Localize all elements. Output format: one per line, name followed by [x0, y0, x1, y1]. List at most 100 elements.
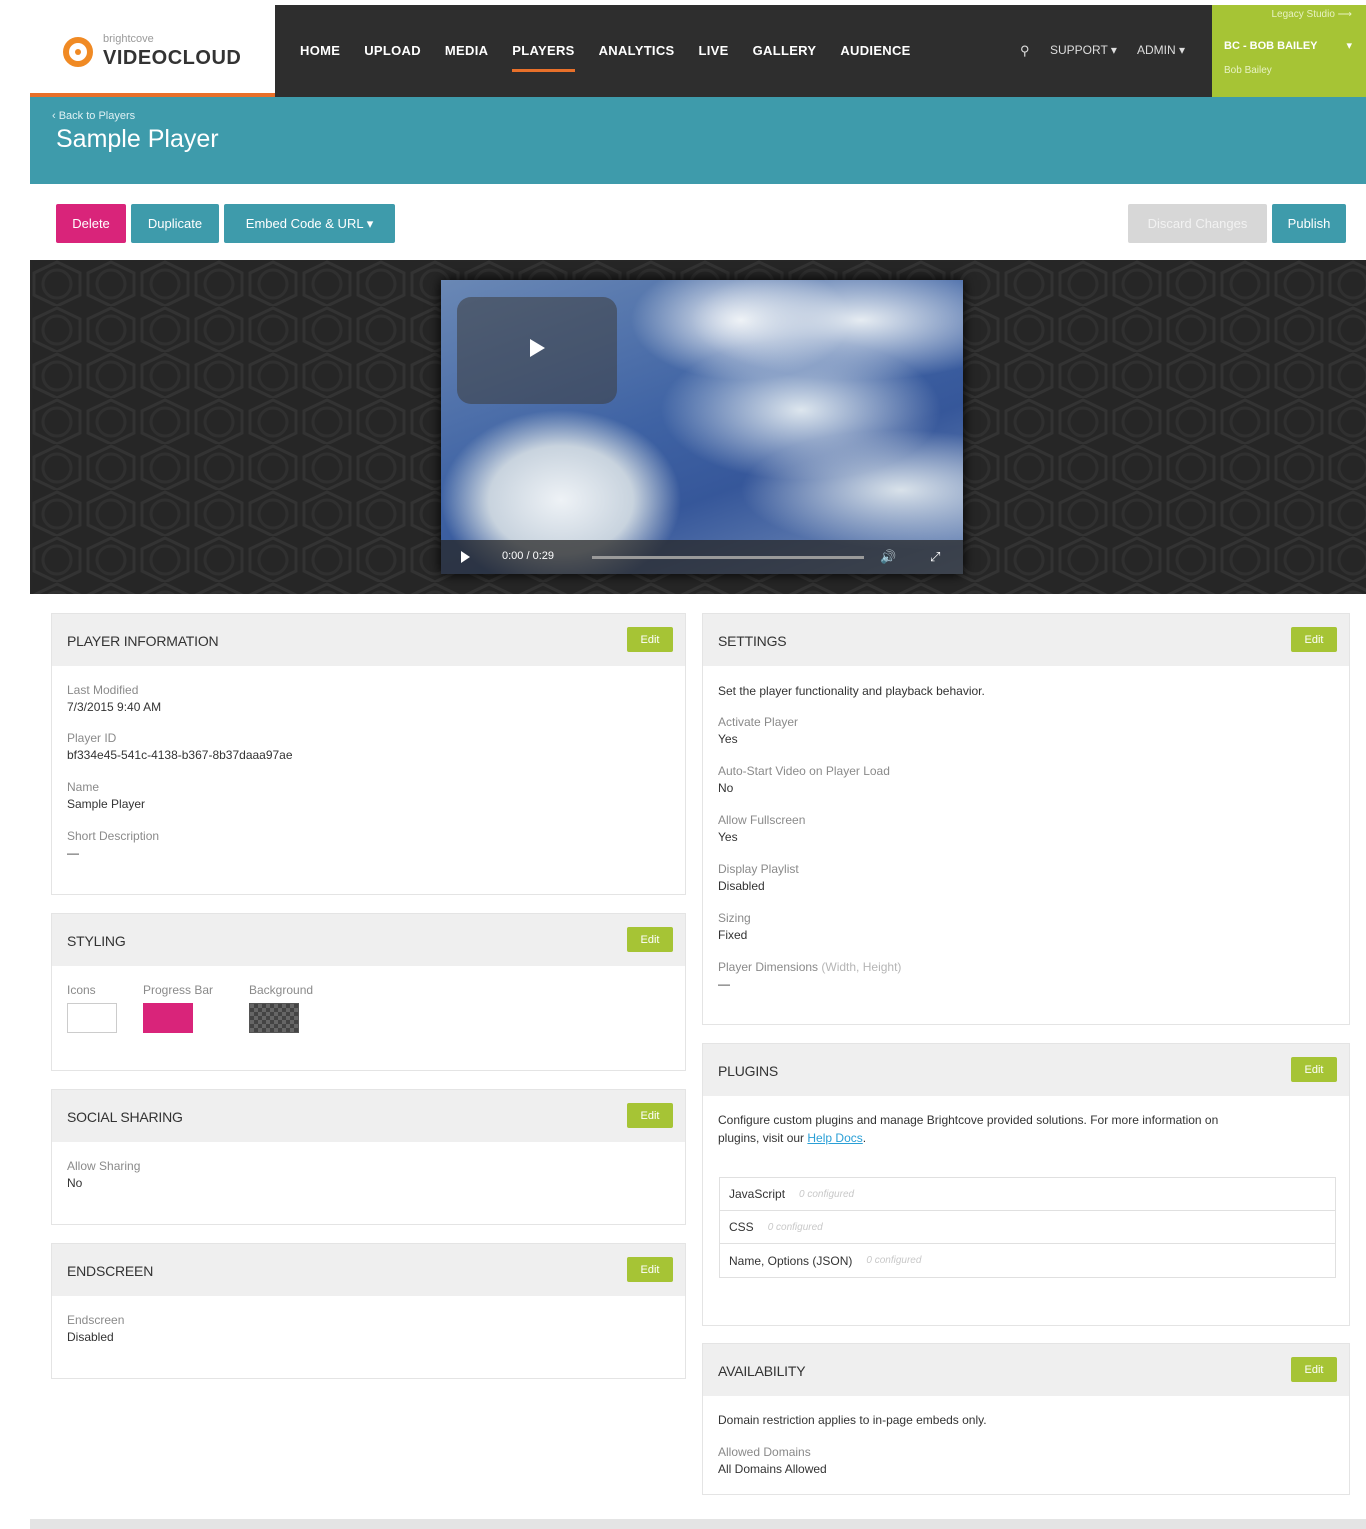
player-dimensions-value: —	[718, 977, 730, 991]
short-description-value: —	[67, 846, 79, 860]
progress-bar[interactable]	[592, 556, 864, 559]
embed-code-button[interactable]: Embed Code & URL ▾	[224, 204, 395, 243]
endscreen-panel: ENDSCREEN Edit Endscreen Disabled	[51, 1243, 686, 1379]
nav-gallery[interactable]: GALLERY	[753, 43, 817, 58]
nav-analytics[interactable]: ANALYTICS	[599, 43, 675, 58]
field-label: Allow Fullscreen	[718, 813, 806, 827]
time-display: 0:00 / 0:29	[502, 550, 554, 562]
allowed-domains-value: All Domains Allowed	[718, 1462, 827, 1476]
plugin-row-json[interactable]: Name, Options (JSON) 0 configured	[720, 1244, 1335, 1277]
panel-header: SETTINGS Edit	[703, 614, 1349, 666]
account-name: BC - BOB BAILEY	[1224, 40, 1318, 52]
plugin-status: 0 configured	[767, 1221, 823, 1233]
main-nav: HOME UPLOAD MEDIA PLAYERS ANALYTICS LIVE…	[300, 43, 911, 72]
availability-panel: AVAILABILITY Edit Domain restriction app…	[702, 1343, 1350, 1495]
back-to-players-link[interactable]: ‹ Back to Players	[52, 110, 135, 122]
field-label: Player ID	[67, 731, 117, 745]
background-label: Background	[249, 983, 314, 997]
panel-title: SETTINGS	[718, 633, 787, 649]
footer-bar	[30, 1519, 1366, 1529]
plugin-status: 0 configured	[799, 1188, 855, 1200]
progress-color-swatch	[143, 1003, 193, 1033]
duplicate-button[interactable]: Duplicate	[131, 204, 219, 243]
legacy-studio-link[interactable]: Legacy Studio ⟶	[1272, 9, 1353, 20]
brightcove-logo-icon	[63, 37, 93, 67]
nav-live[interactable]: LIVE	[699, 43, 729, 58]
field-label: Display Playlist	[718, 862, 799, 876]
plugin-row-css[interactable]: CSS 0 configured	[720, 1211, 1335, 1244]
progress-bar-label: Progress Bar	[143, 983, 214, 997]
publish-button[interactable]: Publish	[1272, 204, 1346, 243]
notification-bell-icon[interactable]: ⚲	[1020, 43, 1030, 59]
plugin-label: Name, Options (JSON)	[729, 1253, 853, 1268]
panel-header: PLUGINS Edit	[703, 1044, 1349, 1096]
field-label: Activate Player	[718, 715, 799, 729]
panel-title: PLAYER INFORMATION	[67, 633, 219, 649]
edit-plugins-button[interactable]: Edit	[1291, 1057, 1337, 1082]
allow-fullscreen-value: Yes	[718, 830, 738, 844]
panel-header: AVAILABILITY Edit	[703, 1344, 1349, 1396]
plugins-table: JavaScript 0 configured CSS 0 configured N…	[719, 1177, 1336, 1278]
dimensions-hint: (Width, Height)	[821, 960, 902, 974]
field-label: Allow Sharing	[67, 1159, 141, 1173]
last-modified-value: 7/3/2015 9:40 AM	[67, 700, 162, 714]
edit-availability-button[interactable]: Edit	[1291, 1357, 1337, 1382]
field-label: Player Dimensions (Width, Height)	[718, 960, 901, 974]
plugin-row-javascript[interactable]: JavaScript 0 configured	[720, 1178, 1335, 1211]
field-label: Last Modified	[67, 683, 139, 697]
nav-players[interactable]: PLAYERS	[512, 43, 575, 72]
edit-styling-button[interactable]: Edit	[627, 927, 673, 952]
field-label: Endscreen	[67, 1313, 125, 1327]
player-id-value: bf334e45-541c-4138-b367-8b37daaa97ae	[67, 748, 293, 762]
nav-home[interactable]: HOME	[300, 43, 340, 58]
settings-description: Set the player functionality and playbac…	[718, 684, 985, 698]
field-label: Allowed Domains	[718, 1445, 811, 1459]
panel-header: STYLING Edit	[52, 914, 685, 966]
panel-title: ENDSCREEN	[67, 1263, 154, 1279]
panel-title: PLUGINS	[718, 1063, 779, 1079]
plugins-description-line1: Configure custom plugins and manage Brig…	[718, 1113, 1219, 1127]
nav-media[interactable]: MEDIA	[445, 43, 488, 58]
plugin-status: 0 configured	[866, 1255, 922, 1266]
logo[interactable]: brightcove VIDEOCLOUD	[30, 5, 275, 97]
page-title: Sample Player	[56, 125, 219, 153]
social-sharing-panel: SOCIAL SHARING Edit Allow Sharing No	[51, 1089, 686, 1225]
sizing-value: Fixed	[718, 928, 748, 942]
admin-menu[interactable]: ADMIN ▾	[1137, 43, 1185, 57]
volume-icon[interactable]: 🔊	[880, 549, 896, 565]
delete-button[interactable]: Delete	[56, 204, 126, 243]
nav-audience[interactable]: AUDIENCE	[840, 43, 910, 58]
edit-social-button[interactable]: Edit	[627, 1103, 673, 1128]
endscreen-value: Disabled	[67, 1330, 114, 1344]
availability-description: Domain restriction applies to in-page em…	[718, 1413, 987, 1427]
top-nav-bar: brightcove VIDEOCLOUD HOME UPLOAD MEDIA …	[30, 5, 1366, 97]
edit-settings-button[interactable]: Edit	[1291, 627, 1337, 652]
plugin-label: JavaScript	[729, 1187, 786, 1201]
field-label: Name	[67, 780, 100, 794]
discard-changes-button[interactable]: Discard Changes	[1128, 204, 1267, 243]
support-menu[interactable]: SUPPORT ▾	[1050, 43, 1117, 57]
help-docs-link[interactable]: Help Docs	[807, 1131, 862, 1145]
control-play-icon[interactable]	[461, 551, 470, 563]
panel-title: SOCIAL SHARING	[67, 1109, 183, 1125]
play-icon	[530, 339, 545, 357]
edit-player-info-button[interactable]: Edit	[627, 627, 673, 652]
field-label: Auto-Start Video on Player Load	[718, 764, 890, 778]
icons-label: Icons	[67, 983, 96, 997]
display-playlist-value: Disabled	[718, 879, 765, 893]
logo-brand: brightcove	[103, 33, 154, 45]
plugins-desc-text: plugins, visit our	[718, 1131, 805, 1145]
plugins-description-line2: plugins, visit our Help Docs.	[718, 1131, 867, 1145]
plugin-label: CSS	[729, 1220, 754, 1234]
panel-header: PLAYER INFORMATION Edit	[52, 614, 685, 666]
auto-start-value: No	[718, 781, 734, 795]
account-menu[interactable]: Legacy Studio ⟶ BC - BOB BAILEY ▾ Bob Ba…	[1212, 5, 1366, 97]
chevron-down-icon[interactable]: ▾	[1346, 39, 1352, 52]
plugins-panel: PLUGINS Edit Configure custom plugins an…	[702, 1043, 1350, 1326]
fullscreen-icon[interactable]: ⤢	[930, 549, 940, 565]
background-pattern-swatch	[249, 1003, 299, 1033]
player-dimensions-label: Player Dimensions	[718, 960, 819, 974]
nav-upload[interactable]: UPLOAD	[364, 43, 421, 58]
edit-endscreen-button[interactable]: Edit	[627, 1257, 673, 1282]
allow-sharing-value: No	[67, 1176, 83, 1190]
